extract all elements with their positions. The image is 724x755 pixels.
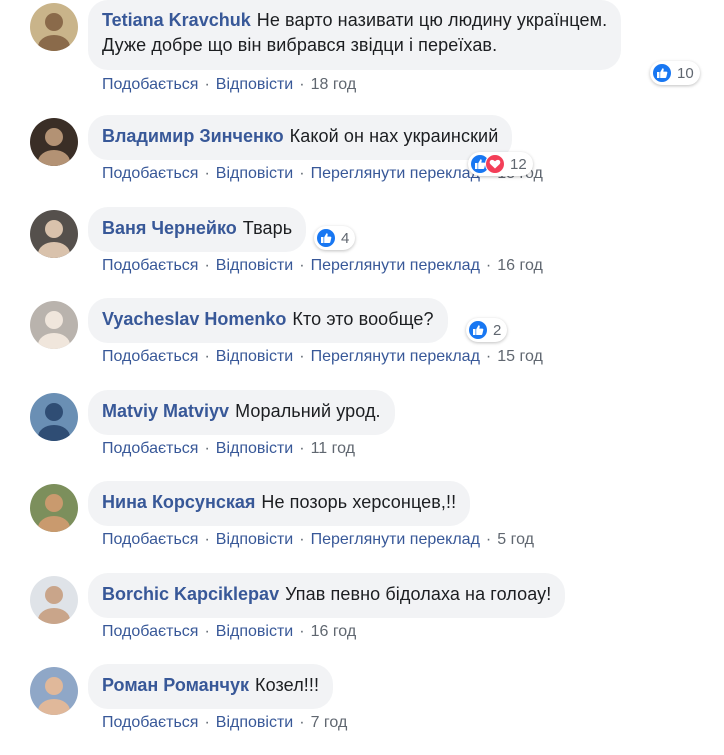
comment-timestamp[interactable]: 11 год xyxy=(311,440,355,457)
comment-bubble: Роман Романчук Козел!!! xyxy=(88,664,334,709)
comment-author[interactable]: Ваня Чернейко xyxy=(102,218,237,238)
comment-timestamp[interactable]: 18 год xyxy=(311,76,357,93)
separator-dot: · xyxy=(485,257,492,274)
comment-text: Козел!!! xyxy=(255,675,320,695)
comment-author[interactable]: Владимир Зинченко xyxy=(102,126,284,146)
reaction-count: 4 xyxy=(341,229,350,247)
avatar[interactable] xyxy=(30,484,78,532)
comment-bubble: Matviy Matviyv Моральний урод. xyxy=(88,390,395,435)
translate-action-link[interactable]: Переглянути переклад xyxy=(311,165,480,182)
comment-actions: Подобається · Відповісти · 16 год xyxy=(102,623,356,641)
separator-dot: · xyxy=(299,257,305,274)
comment-bubble: Ваня Чернейко Тварь xyxy=(88,207,307,252)
like-action-link[interactable]: Подобається xyxy=(102,348,198,365)
reaction-summary[interactable]: 2 xyxy=(466,318,508,342)
like-action-link[interactable]: Подобається xyxy=(102,165,198,182)
translate-action-link[interactable]: Переглянути переклад xyxy=(311,531,480,548)
comment-author[interactable]: Роман Романчук xyxy=(102,675,249,695)
comment-bubble: Tetiana Kravchuk Не варто називати цю люд… xyxy=(88,0,622,70)
comment-actions: Подобається · Відповісти · Переглянути перек… xyxy=(102,348,543,366)
comment-text: Какой он нах украинский xyxy=(289,126,499,146)
comment-text: Кто это вообще? xyxy=(292,309,434,329)
comment-text: Моральний урод. xyxy=(235,401,381,421)
comment-author[interactable]: Tetiana Kravchuk xyxy=(102,10,251,30)
comment-bubble: Vyacheslav Homenko Кто это вообще? xyxy=(88,298,448,343)
separator-dot: · xyxy=(485,348,492,365)
comment-text: Упав певно бідолаха на голоау! xyxy=(285,584,552,604)
like-action-link[interactable]: Подобається xyxy=(102,623,198,640)
separator-dot: · xyxy=(204,348,210,365)
reaction-summary[interactable]: 4 xyxy=(314,226,356,250)
reaction-summary[interactable]: 10 xyxy=(650,61,700,85)
separator-dot: · xyxy=(299,440,305,457)
avatar[interactable] xyxy=(30,118,78,166)
separator-dot: · xyxy=(204,76,210,93)
separator-dot: · xyxy=(299,714,305,731)
separator-dot: · xyxy=(204,623,210,640)
like-action-link[interactable]: Подобається xyxy=(102,531,198,548)
separator-dot: · xyxy=(204,531,210,548)
comment-timestamp[interactable]: 16 год xyxy=(497,257,543,274)
comment-bubble: Нина Корсунская Не позорь херсонцев,!! xyxy=(88,481,471,526)
comment-actions: Подобається · Відповісти · 7 год xyxy=(102,714,347,732)
separator-dot: · xyxy=(485,531,492,548)
comment-actions: Подобається · Відповісти · Переглянути перек… xyxy=(102,531,534,549)
reaction-summary[interactable]: 12 xyxy=(468,152,533,176)
reply-action-link[interactable]: Відповісти xyxy=(216,76,293,93)
reply-action-link[interactable]: Відповісти xyxy=(216,440,293,457)
comment-author[interactable]: Vyacheslav Homenko xyxy=(102,309,286,329)
avatar[interactable] xyxy=(30,3,78,51)
separator-dot: · xyxy=(299,531,305,548)
comment-actions: Подобається · Відповісти · Переглянути перек… xyxy=(102,257,543,275)
reply-action-link[interactable]: Відповісти xyxy=(216,531,293,548)
comment-author[interactable]: Нина Корсунская xyxy=(102,492,255,512)
avatar[interactable] xyxy=(30,210,78,258)
separator-dot: · xyxy=(299,623,305,640)
comment-actions: Подобається · Відповісти · 18 год xyxy=(102,76,356,94)
like-action-link[interactable]: Подобається xyxy=(102,76,198,93)
comment-timestamp[interactable]: 16 год xyxy=(311,623,357,640)
separator-dot: · xyxy=(204,714,210,731)
thumbs-up-icon xyxy=(652,63,672,83)
comment-bubble: Borchic Kapciklepav Упав певно бідолаха н… xyxy=(88,573,566,618)
reply-action-link[interactable]: Відповісти xyxy=(216,623,293,640)
avatar[interactable] xyxy=(30,393,78,441)
comment-timestamp[interactable]: 7 год xyxy=(311,714,348,731)
comment-actions: Подобається · Відповісти · 11 год xyxy=(102,440,355,458)
separator-dot: · xyxy=(299,348,305,365)
avatar[interactable] xyxy=(30,667,78,715)
comment-author[interactable]: Borchic Kapciklepav xyxy=(102,584,279,604)
reaction-count: 12 xyxy=(510,155,527,173)
comment-timestamp[interactable]: 5 год xyxy=(497,531,534,548)
translate-action-link[interactable]: Переглянути переклад xyxy=(311,257,480,274)
comment-timestamp[interactable]: 15 год xyxy=(497,348,543,365)
reaction-count: 10 xyxy=(677,64,694,82)
separator-dot: · xyxy=(204,440,210,457)
heart-icon xyxy=(485,154,505,174)
comment-text: Тварь xyxy=(242,218,293,238)
thumbs-up-icon xyxy=(468,320,488,340)
separator-dot: · xyxy=(204,257,210,274)
like-action-link[interactable]: Подобається xyxy=(102,440,198,457)
reply-action-link[interactable]: Відповісти xyxy=(216,348,293,365)
reply-action-link[interactable]: Відповісти xyxy=(216,714,293,731)
separator-dot: · xyxy=(299,76,305,93)
comment-bubble: Владимир Зинченко Какой он нах украинский xyxy=(88,115,513,160)
separator-dot: · xyxy=(299,165,305,182)
avatar[interactable] xyxy=(30,576,78,624)
reaction-count: 2 xyxy=(493,321,502,339)
like-action-link[interactable]: Подобається xyxy=(102,714,198,731)
avatar[interactable] xyxy=(30,301,78,349)
like-action-link[interactable]: Подобається xyxy=(102,257,198,274)
reply-action-link[interactable]: Відповісти xyxy=(216,165,293,182)
reply-action-link[interactable]: Відповісти xyxy=(216,257,293,274)
separator-dot: · xyxy=(204,165,210,182)
comment-text: Дуже добре що він вибрався звідци і пере… xyxy=(102,35,498,55)
comment-text: Не позорь херсонцев,!! xyxy=(261,492,457,512)
comment-text: Не варто називати цю людину українцем. xyxy=(256,10,608,30)
translate-action-link[interactable]: Переглянути переклад xyxy=(311,348,480,365)
thumbs-up-icon xyxy=(316,228,336,248)
comment-author[interactable]: Matviy Matviyv xyxy=(102,401,229,421)
